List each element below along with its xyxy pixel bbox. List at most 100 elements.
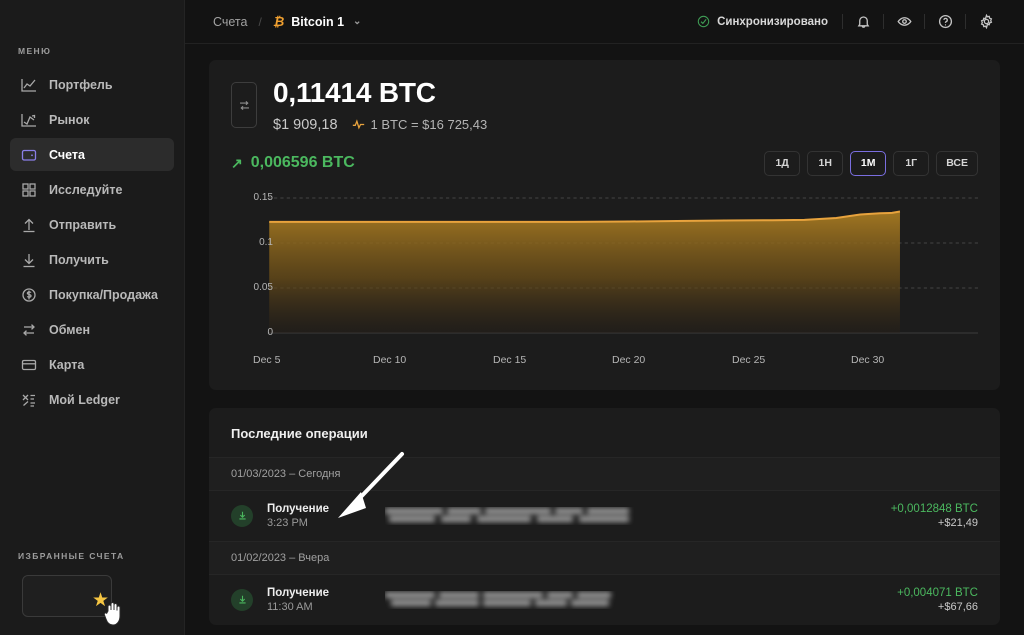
sidebar-item-label: Исследуйте xyxy=(49,182,123,197)
bitcoin-icon: ₿ xyxy=(272,14,285,29)
operation-amount-btc: +0,0012848 BTC xyxy=(890,502,978,515)
sync-status-label: Синхронизировано xyxy=(717,15,828,28)
range-button-1y[interactable]: 1Г xyxy=(893,150,930,176)
balance-values: 0,11414 BTC $1 909,18 1 BTC = $16 725,43 xyxy=(273,77,487,133)
operation-amount: +0,0012848 BTC +$21,49 xyxy=(858,503,978,529)
wallet-icon xyxy=(20,146,37,163)
operation-amount-usd: +$21,49 xyxy=(937,516,978,529)
x-tick-label: Dec 30 xyxy=(851,353,885,366)
exchange-rate: 1 BTC = $16 725,43 xyxy=(352,117,488,133)
swap-icon xyxy=(20,321,37,338)
x-tick-label: Dec 15 xyxy=(493,353,527,366)
eye-icon[interactable] xyxy=(884,7,924,37)
sidebar-item-label: Получить xyxy=(49,252,109,267)
range-button-1w[interactable]: 1Н xyxy=(807,150,844,176)
breadcrumb-current-label: Bitcoin 1 xyxy=(291,14,345,29)
operations-title: Последние операции xyxy=(231,425,368,441)
operation-time: 11:30 AM xyxy=(267,600,313,613)
sidebar-nav: Портфель Рынок Счета Исследуйте Отправит… xyxy=(0,68,184,416)
sync-status: Синхронизировано xyxy=(697,15,842,28)
operation-time: 3:23 PM xyxy=(267,516,308,529)
operation-address-redacted xyxy=(385,591,844,609)
breadcrumb: Счета / ₿ Bitcoin 1 ⌄ xyxy=(213,14,361,29)
sidebar-item-portfolio[interactable]: Портфель xyxy=(10,68,174,101)
balance-delta: ↗ 0,006596 BTC xyxy=(231,154,355,172)
sidebar-item-label: Покупка/Продажа xyxy=(49,287,159,302)
balance-fiat: $1 909,18 xyxy=(273,116,338,133)
sidebar-item-card[interactable]: Карта xyxy=(10,348,174,381)
sidebar-item-label: Счета xyxy=(49,147,85,162)
operation-labels: Получение 11:30 AM xyxy=(267,587,371,613)
sidebar-item-accounts[interactable]: Счета xyxy=(10,138,174,171)
range-button-1d[interactable]: 1Д xyxy=(764,150,801,176)
chevron-down-icon: ⌄ xyxy=(353,16,362,27)
range-button-1m[interactable]: 1М xyxy=(850,150,887,176)
top-bar: Счета / ₿ Bitcoin 1 ⌄ Синхронизировано xyxy=(185,0,1024,44)
operation-type: Получение xyxy=(267,586,330,599)
gear-icon[interactable] xyxy=(966,7,1006,37)
range-button-all[interactable]: ВСЕ xyxy=(936,150,978,176)
balance-header: 0,11414 BTC $1 909,18 1 BTC = $16 725,43 xyxy=(231,77,978,133)
table-row[interactable]: Получение 11:30 AM +0,004071 BTC +$67,66 xyxy=(209,575,1000,625)
chart-line xyxy=(269,210,901,223)
chart-line-icon xyxy=(20,76,37,93)
range-selector: 1Д 1Н 1М 1Г ВСЕ xyxy=(764,150,978,176)
balance-delta-value: 0,006596 BTC xyxy=(250,154,355,172)
sidebar-item-label: Мой Ledger xyxy=(49,392,120,407)
market-icon xyxy=(20,111,37,128)
balance-chart[interactable]: 0.15 0.1 0.05 0 xyxy=(231,190,978,350)
bell-icon[interactable] xyxy=(843,7,883,37)
blurred-address xyxy=(385,507,630,524)
operations-date-group: 01/02/2023 – Вчера xyxy=(209,540,1000,575)
balance-subline: $1 909,18 1 BTC = $16 725,43 xyxy=(273,117,487,133)
x-tick-label: Dec 20 xyxy=(612,353,646,366)
sidebar-item-receive[interactable]: Получить xyxy=(10,243,174,276)
balance-amount: 0,11414 BTC xyxy=(273,77,436,108)
grid-icon xyxy=(20,181,37,198)
arrow-up-icon xyxy=(20,216,37,233)
swap-vertical-icon[interactable] xyxy=(231,82,257,128)
operation-amount-btc: +0,004071 BTC xyxy=(897,586,978,599)
help-icon[interactable] xyxy=(925,7,965,37)
sidebar-item-explore[interactable]: Исследуйте xyxy=(10,173,174,206)
breadcrumb-current-account[interactable]: ₿ Bitcoin 1 ⌄ xyxy=(273,14,362,29)
balance-card: 0,11414 BTC $1 909,18 1 BTC = $16 725,43… xyxy=(209,60,1000,390)
sidebar: МЕНЮ Портфель Рынок Счета Исследуйте Отп… xyxy=(0,0,185,635)
sidebar-item-buy-sell[interactable]: Покупка/Продажа xyxy=(10,278,174,311)
content-scroll: 0,11414 BTC $1 909,18 1 BTC = $16 725,43… xyxy=(185,44,1024,635)
sidebar-item-market[interactable]: Рынок xyxy=(10,103,174,136)
sidebar-item-label: Портфель xyxy=(49,77,113,92)
operation-amount-usd: +$67,66 xyxy=(937,600,978,613)
sidebar-item-swap[interactable]: Обмен xyxy=(10,313,174,346)
main-area: Счета / ₿ Bitcoin 1 ⌄ Синхронизировано 0… xyxy=(185,0,1024,635)
breadcrumb-accounts[interactable]: Счета xyxy=(213,15,247,29)
operations-card: Последние операции 01/03/2023 – Сегодня … xyxy=(209,407,1000,625)
card-icon xyxy=(20,356,37,373)
sidebar-item-label: Обмен xyxy=(49,322,91,337)
sidebar-item-send[interactable]: Отправить xyxy=(10,208,174,241)
favorites-heading: ИЗБРАННЫЕ СЧЕТА xyxy=(18,551,125,561)
chart-area-fill xyxy=(269,211,900,333)
receive-icon xyxy=(231,588,253,611)
x-tick-label: Dec 5 xyxy=(253,353,281,366)
app-root: МЕНЮ Портфель Рынок Счета Исследуйте Отп… xyxy=(0,0,1024,635)
operation-labels: Получение 3:23 PM xyxy=(267,503,371,529)
pulse-icon xyxy=(352,119,364,130)
chart-svg xyxy=(267,197,978,334)
breadcrumb-separator: / xyxy=(258,14,262,29)
arrow-down-icon xyxy=(20,251,37,268)
chart-x-axis: Dec 5 Dec 10 Dec 15 Dec 20 Dec 25 Dec 30 xyxy=(231,354,978,374)
table-row[interactable]: Получение 3:23 PM +0,0012848 BTC +$21,49 xyxy=(209,491,1000,541)
favorites-list: ★ xyxy=(0,575,184,635)
mouse-cursor-pointer xyxy=(104,602,121,626)
operation-type: Получение xyxy=(267,502,330,515)
dollar-circle-icon xyxy=(20,286,37,303)
sidebar-item-label: Отправить xyxy=(49,217,117,232)
sidebar-item-label: Карта xyxy=(49,357,85,372)
sidebar-item-my-ledger[interactable]: Мой Ledger xyxy=(10,383,174,416)
trend-up-arrow-icon: ↗ xyxy=(231,154,243,171)
x-tick-label: Dec 10 xyxy=(373,353,407,366)
sidebar-item-label: Рынок xyxy=(49,112,90,127)
exchange-rate-label: 1 BTC = $16 725,43 xyxy=(370,117,488,133)
x-tick-label: Dec 25 xyxy=(732,353,766,366)
